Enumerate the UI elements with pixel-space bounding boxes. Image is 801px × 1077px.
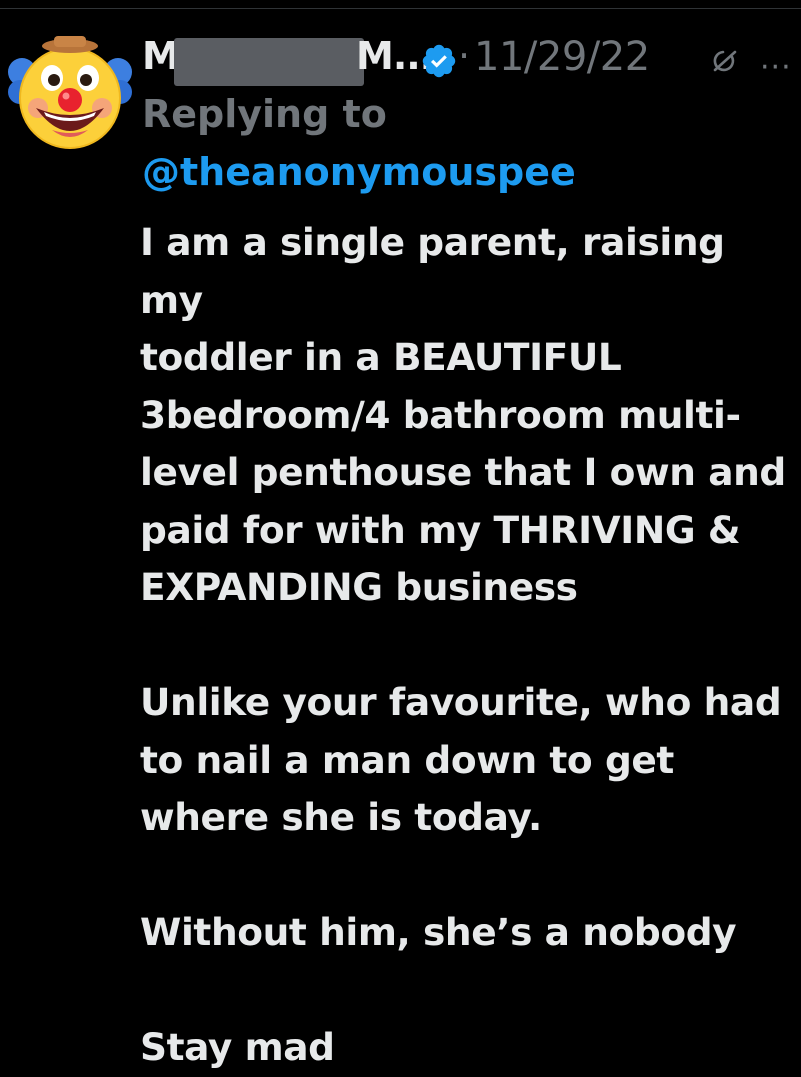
replying-to-handle-link[interactable]: @theanonymouspee	[142, 150, 576, 194]
tweet-paragraph-spacer	[140, 847, 796, 905]
replying-to-label: Replying to	[142, 92, 387, 136]
grok-icon[interactable]	[710, 46, 740, 76]
tweet-date[interactable]: 11/29/22	[474, 34, 650, 80]
tweet-paragraph: I am a single parent, raising my toddler…	[140, 220, 786, 609]
verified-badge-icon	[422, 44, 456, 78]
header-separator: ·	[458, 34, 471, 78]
redacted-name-block	[174, 38, 364, 86]
tweet-paragraph-spacer	[140, 617, 796, 675]
tweet-paragraph: Unlike your favourite, who had to nail a…	[140, 680, 782, 839]
tweet-paragraph: Stay mad	[140, 1025, 335, 1069]
tweet-paragraph: Without him, she’s a nobody	[140, 910, 737, 954]
more-options-icon[interactable]: ···	[760, 50, 792, 85]
tweet-paragraph-spacer	[140, 962, 796, 1020]
tweet-text: I am a single parent, raising my toddler…	[140, 214, 796, 1077]
tweet-header: M M... · 11/29/22 ···	[142, 30, 797, 86]
clown-face-avatar-icon[interactable]	[8, 34, 132, 152]
top-divider	[0, 8, 801, 9]
